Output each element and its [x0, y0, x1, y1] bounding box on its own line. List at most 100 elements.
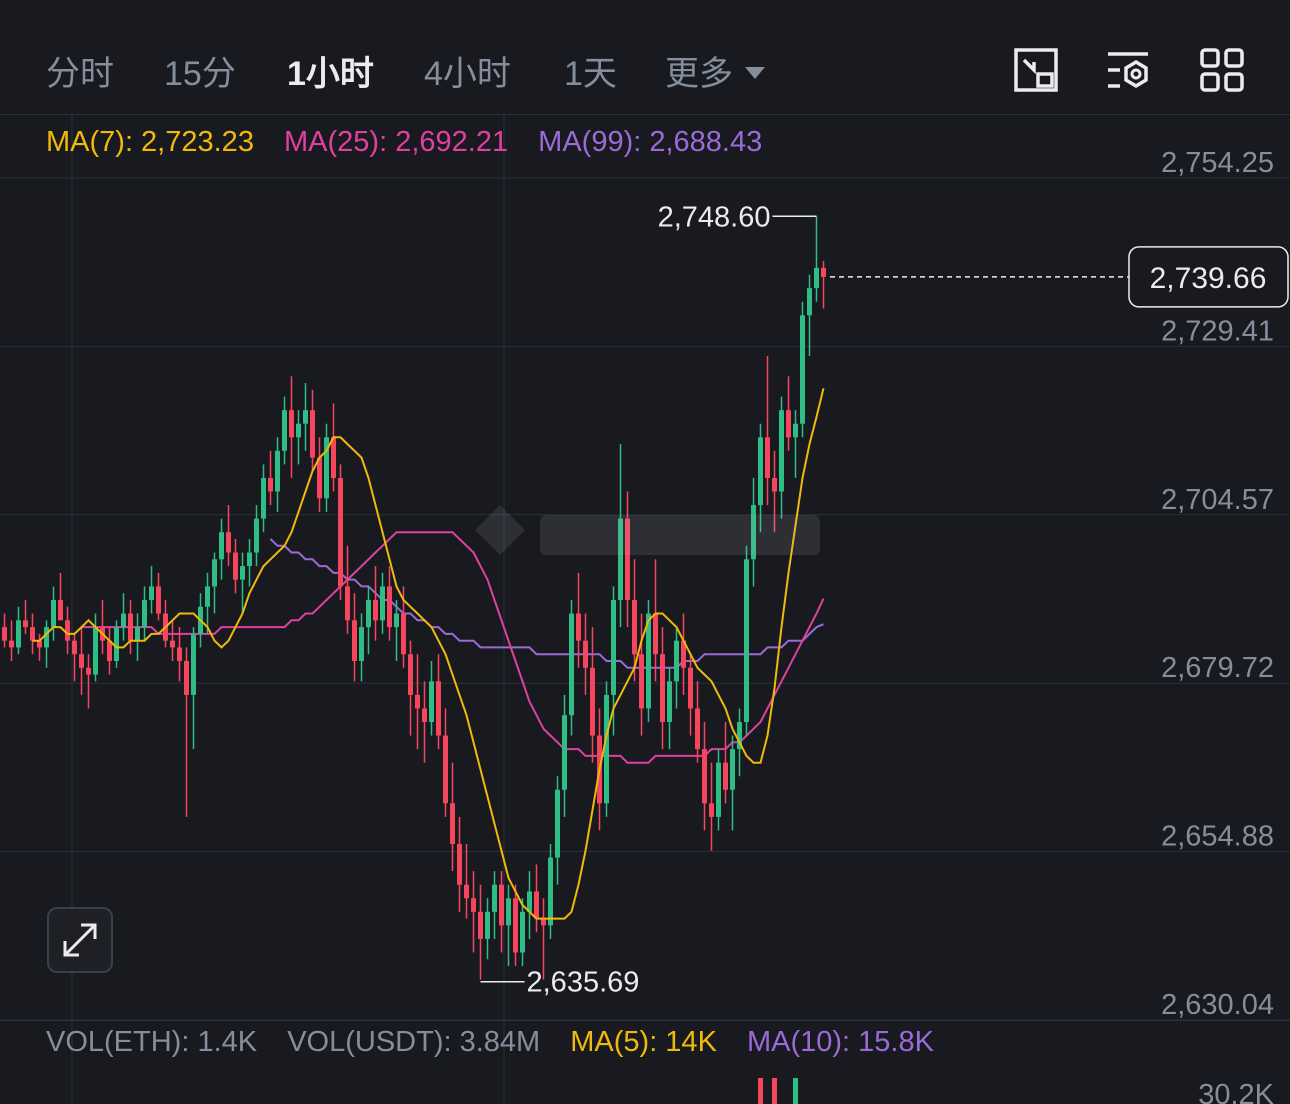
candle-body: [758, 437, 763, 506]
candle-body: [408, 654, 413, 695]
candle-body: [793, 423, 798, 438]
candle-body: [72, 640, 77, 655]
candle-body: [436, 681, 441, 736]
candle-body: [65, 620, 70, 641]
candle-body: [219, 532, 224, 560]
fullscreen-button[interactable]: [47, 907, 113, 973]
volume-legend: VOL(ETH): 1.4K VOL(USDT): 3.84M MA(5): 1…: [46, 1026, 956, 1059]
price-axis-label: 2,630.04: [1161, 989, 1274, 1021]
candle-body: [352, 620, 357, 661]
candle-body: [653, 613, 658, 655]
candle-body: [156, 586, 161, 614]
candle-body: [639, 654, 644, 709]
ma25-legend: MA(25): 2,692.21: [284, 126, 509, 158]
candle-body: [401, 613, 406, 655]
candle-body: [30, 627, 35, 641]
candle-body: [772, 477, 777, 492]
candle-body: [310, 410, 315, 458]
high-price-label: 2,748.60: [658, 201, 771, 233]
candle-body: [450, 803, 455, 845]
candle-body: [331, 437, 336, 478]
tab-1h[interactable]: 1小时: [287, 46, 374, 95]
candle-body: [583, 640, 588, 668]
candle-body: [289, 410, 294, 438]
volume-bars: [758, 1078, 798, 1104]
candle-body: [611, 599, 616, 695]
candle-body: [660, 654, 665, 723]
candle-body: [2, 627, 7, 641]
candle-body: [373, 599, 378, 621]
candle-body: [184, 660, 189, 695]
ma7-legend: MA(7): 2,723.23: [46, 126, 254, 158]
price-axis-label: 2,729.41: [1161, 315, 1274, 347]
candle-body: [359, 627, 364, 661]
price-axis-label: 2,704.57: [1161, 484, 1274, 516]
candle-body: [779, 410, 784, 492]
candle-body: [415, 694, 420, 709]
indicator-settings-icon[interactable]: [1104, 46, 1152, 94]
candle-body: [716, 762, 721, 817]
candle-body: [562, 715, 567, 790]
candle-body: [723, 762, 728, 790]
candle-body: [443, 735, 448, 804]
candle-body: [821, 267, 826, 277]
candle-body: [275, 450, 280, 492]
candle-body: [9, 640, 14, 648]
candle-body: [58, 599, 63, 621]
candle-body: [541, 918, 546, 926]
vol-eth-legend: VOL(ETH): 1.4K: [46, 1026, 258, 1058]
candle-body: [744, 559, 749, 723]
low-price-label: 2,635.69: [527, 967, 640, 999]
candle-body: [268, 477, 273, 492]
tab-1d[interactable]: 1天: [564, 46, 617, 95]
candle-body: [695, 708, 700, 750]
candle-body: [303, 410, 308, 424]
candle-body: [205, 586, 210, 607]
tab-15m[interactable]: 15分: [164, 46, 236, 95]
candle-body: [730, 749, 735, 790]
candle-body: [674, 640, 679, 682]
tab-more[interactable]: 更多: [665, 46, 765, 95]
candle-body: [387, 586, 392, 628]
candle-body: [254, 518, 259, 553]
tab-timeline[interactable]: 分时: [46, 46, 114, 95]
candle-body: [520, 911, 525, 953]
candle-body: [478, 911, 483, 939]
candle-body: [667, 681, 672, 723]
candle-body: [191, 633, 196, 695]
vol-ma5-legend: MA(5): 14K: [570, 1026, 717, 1058]
volume-axis-label: 30.2K: [1198, 1079, 1274, 1104]
candle-body: [786, 410, 791, 438]
candle-body: [380, 586, 385, 621]
candle-body: [492, 884, 497, 912]
candle-body: [506, 898, 511, 926]
candle-body: [79, 654, 84, 668]
candle-body: [233, 552, 238, 580]
candle-body: [226, 532, 231, 553]
candle-body: [394, 613, 399, 628]
volume-divider: [0, 1020, 1290, 1021]
candle-body: [142, 599, 147, 628]
candle-body: [296, 423, 301, 438]
candle-body: [569, 613, 574, 716]
candle-body: [177, 647, 182, 661]
tab-4h[interactable]: 4小时: [424, 46, 511, 95]
timeframe-toolbar: 分时 15分 1小时 4小时 1天 更多: [0, 0, 1290, 114]
expand-arrows-icon: [63, 923, 97, 957]
candle-body: [702, 749, 707, 804]
chart-settings-icon[interactable]: [1012, 46, 1060, 94]
toolbar-divider: [0, 114, 1290, 115]
candle-body: [513, 898, 518, 953]
candle-body: [51, 599, 56, 628]
candle-body: [261, 477, 266, 519]
grid-layout-icon[interactable]: [1198, 46, 1246, 94]
candle-body: [457, 844, 462, 885]
candle-body: [590, 667, 595, 736]
current-price-label: 2,739.66: [1150, 262, 1267, 295]
candle-body: [548, 857, 553, 926]
candle-body: [807, 288, 812, 316]
volume-bar: [793, 1078, 798, 1104]
candle-body: [44, 627, 49, 648]
candle-body: [212, 559, 217, 587]
chart-grid: [0, 114, 1290, 1104]
